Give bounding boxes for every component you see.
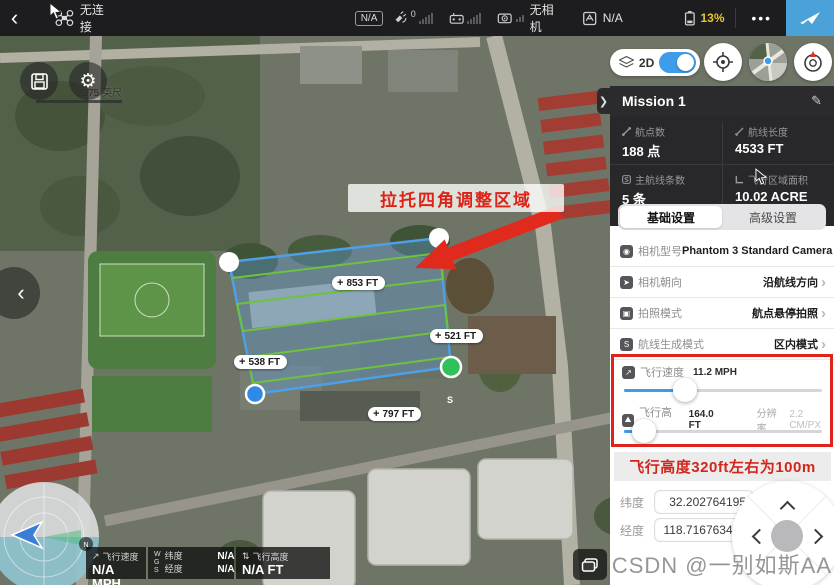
telemetry-speed: ↗飞行速度 N/A MPH bbox=[86, 547, 146, 579]
save-icon bbox=[30, 72, 49, 91]
battery-percent: 13% bbox=[700, 11, 724, 25]
flight-mode-icon bbox=[582, 10, 597, 27]
compass-icon bbox=[801, 50, 825, 74]
edge-length-bottom[interactable]: +797 FT bbox=[368, 407, 421, 421]
nudge-left-button[interactable] bbox=[752, 529, 768, 545]
gear-icon: ⚙ bbox=[79, 70, 96, 93]
speed-slider-thumb[interactable] bbox=[673, 378, 697, 402]
telemetry-coordinates: W G S 纬度N/A 经度N/A bbox=[148, 547, 234, 579]
mission-title: Mission 1 bbox=[622, 93, 811, 109]
back-button[interactable]: ‹ bbox=[0, 0, 29, 36]
takeoff-button[interactable] bbox=[786, 0, 834, 36]
flight-mode-value: N/A bbox=[603, 11, 623, 25]
top-status-bar: ‹ 无连接 N/A 0 bbox=[0, 0, 834, 36]
corner-handle-topleft[interactable] bbox=[219, 252, 239, 272]
tab-basic-settings[interactable]: 基础设置 bbox=[620, 206, 722, 228]
map-layers-button[interactable] bbox=[573, 549, 607, 580]
photo-mode-icon: ▣ bbox=[620, 307, 633, 320]
main-lines-icon bbox=[622, 175, 631, 184]
flight-speed-row: ↗ 飞行速度 11.2 MPH bbox=[622, 364, 737, 380]
move-cross-icon: + bbox=[239, 356, 245, 368]
edge-length-top[interactable]: +853 FT bbox=[332, 276, 385, 290]
row-camera-model[interactable]: ◉ 相机型号 Phantom 3 Standard Camera› bbox=[610, 236, 834, 267]
row-camera-heading[interactable]: ➤ 相机朝向 沿航线方向› bbox=[610, 267, 834, 298]
mouse-cursor bbox=[49, 2, 63, 20]
divider bbox=[735, 8, 736, 28]
gps-mode-badge: N/A bbox=[355, 11, 384, 26]
locate-button[interactable] bbox=[704, 43, 742, 81]
mission-settings-button[interactable]: ⚙ bbox=[69, 62, 107, 100]
route-mode-icon: S bbox=[620, 338, 633, 351]
start-point-label: S bbox=[447, 395, 453, 405]
nudge-center-button[interactable] bbox=[771, 520, 803, 552]
nudge-right-button[interactable] bbox=[808, 529, 824, 545]
move-cross-icon: + bbox=[435, 330, 441, 342]
area-icon bbox=[735, 175, 744, 184]
altitude-slider-thumb[interactable] bbox=[632, 419, 656, 443]
connection-status: 无连接 bbox=[80, 1, 111, 35]
altitude-note: 飞行高度320ft左右为100m bbox=[614, 452, 831, 481]
map-preview-button[interactable] bbox=[749, 43, 787, 81]
row-photo-mode[interactable]: ▣ 拍照模式 航点悬停拍照› bbox=[610, 298, 834, 329]
rc-signal-bars bbox=[467, 13, 481, 24]
move-cross-icon: + bbox=[373, 408, 379, 420]
move-cross-icon: + bbox=[337, 277, 343, 289]
mode-2d-toggle[interactable] bbox=[659, 52, 696, 73]
speed-setting-icon: ↗ bbox=[622, 366, 635, 379]
mouse-cursor-2 bbox=[755, 168, 768, 185]
battery-icon bbox=[683, 9, 697, 27]
gps-signal-bars bbox=[419, 13, 433, 24]
save-mission-button[interactable] bbox=[20, 62, 58, 100]
corner-handle-bottomleft[interactable] bbox=[246, 385, 264, 403]
nudge-dpad[interactable] bbox=[732, 481, 834, 585]
edit-mission-button[interactable]: ✎ bbox=[811, 93, 822, 109]
start-point-marker[interactable] bbox=[441, 357, 461, 377]
camera-status: 无相机 bbox=[530, 1, 561, 35]
tab-advanced-settings[interactable]: 高级设置 bbox=[722, 206, 824, 228]
map-mode-toggle-group[interactable]: 2D bbox=[610, 49, 700, 76]
panel-collapse-button[interactable]: ❯ bbox=[597, 88, 610, 114]
heading-icon: ➤ bbox=[620, 276, 633, 289]
flight-speed-slider[interactable] bbox=[624, 381, 822, 399]
layers-2d-icon bbox=[619, 56, 634, 69]
map-mode-label: 2D bbox=[639, 56, 654, 70]
mission-header: ❯ Mission 1 ✎ bbox=[610, 86, 834, 116]
flight-altitude-slider[interactable] bbox=[624, 422, 822, 440]
compass-reset-button[interactable] bbox=[794, 43, 832, 81]
edge-length-right[interactable]: +521 FT bbox=[430, 329, 483, 343]
camera-signal-icon bbox=[497, 11, 512, 25]
edge-length-left[interactable]: +538 FT bbox=[234, 355, 287, 369]
tutorial-annotation: 拉托四角调整区域 bbox=[348, 184, 564, 212]
satellite-count: 0 bbox=[411, 9, 416, 19]
chevron-right-icon: › bbox=[821, 274, 826, 291]
chevron-right-icon: › bbox=[821, 336, 826, 353]
nudge-up-button[interactable] bbox=[780, 501, 796, 517]
waypoints-icon bbox=[622, 127, 631, 136]
row-route-mode[interactable]: S 航线生成模式 区内模式› bbox=[610, 329, 834, 360]
route-length-icon bbox=[735, 127, 744, 136]
layers-icon bbox=[581, 557, 599, 573]
wgs-label: W G S bbox=[154, 551, 161, 576]
latitude-row: 纬度 32.202764195 bbox=[620, 490, 754, 514]
remote-controller-icon bbox=[449, 11, 464, 26]
camera-signal-bars bbox=[516, 15, 524, 22]
app-window: S +853 FT +521 FT +538 FT +797 FT 拉托四角调整… bbox=[0, 0, 834, 585]
chevron-right-icon: › bbox=[821, 305, 826, 322]
altitude-icon: ⇅ bbox=[242, 551, 250, 562]
speed-icon: ↗ bbox=[92, 551, 100, 562]
more-options-button[interactable]: ••• bbox=[745, 10, 778, 26]
airplane-icon bbox=[798, 8, 822, 28]
satellite-icon bbox=[393, 10, 408, 26]
telemetry-altitude: ⇅飞行高度 N/A FT bbox=[236, 547, 330, 579]
crosshair-icon bbox=[712, 51, 734, 73]
camera-icon: ◉ bbox=[620, 245, 633, 258]
settings-tabs: 基础设置 高级设置 bbox=[618, 204, 826, 230]
map-thumbnail bbox=[749, 43, 787, 81]
